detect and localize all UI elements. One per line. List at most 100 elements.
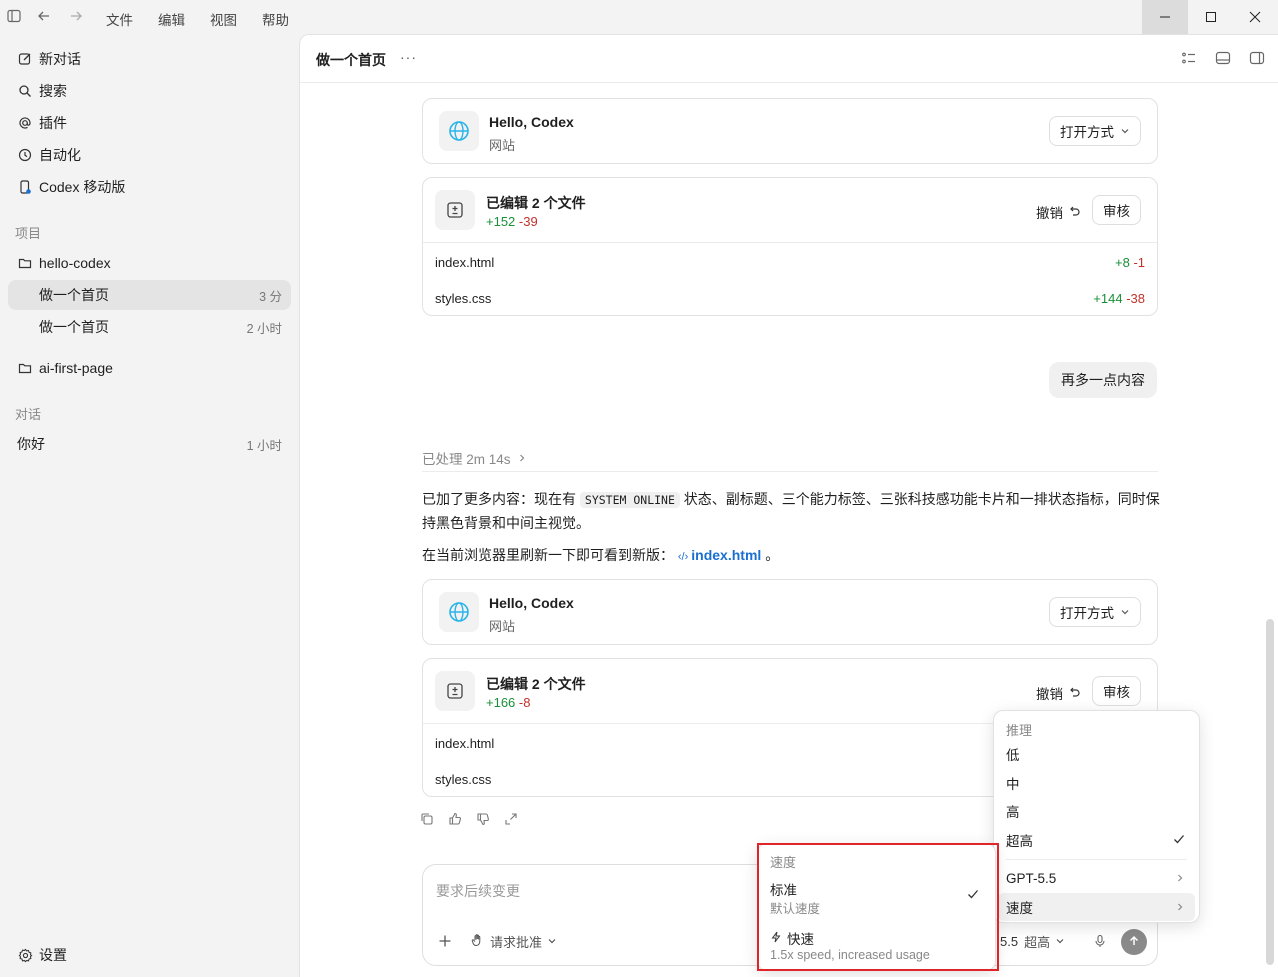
project-label: ai-first-page [39,360,113,376]
reasoning-option-high[interactable]: 高 [998,797,1195,825]
open-with-button[interactable]: 打开方式 [1049,116,1141,146]
thread-item-active[interactable]: 做一个首页 3 分 [8,280,291,310]
speed-option-fast[interactable]: 快速 1.5x speed, increased usage [758,921,997,969]
file-name: styles.css [435,290,492,306]
copy-icon[interactable] [420,812,434,826]
model-label: 5.5 [1000,934,1019,949]
model-selector[interactable]: 5.5 超高 [1000,932,1065,951]
undo-label: 撤销 [1036,206,1063,221]
approval-dropdown[interactable]: 请求批准 [471,932,557,951]
diff-stats: +152 -39 [486,214,538,229]
settings-label: 设置 [39,947,67,963]
processed-toggle[interactable]: 已处理 2m 14s [422,448,527,468]
automation-button[interactable]: 自动化 [8,140,291,170]
file-row[interactable]: styles.css +144 -38 [423,280,1157,316]
file-name: index.html [435,254,495,270]
terminal-panel-icon[interactable] [1215,50,1233,68]
diff-stats: +166 -8 [486,695,530,710]
at-icon [17,115,33,131]
search-label: 搜索 [39,83,67,99]
clock-icon [17,147,33,163]
reply-text: 在当前浏览器里刷新一下即可看到新版： [422,547,674,563]
chevron-right-icon [1175,871,1185,886]
menu-file[interactable]: 文件 [106,9,133,29]
reasoning-option-medium[interactable]: 中 [998,769,1195,797]
file-lines-removed: -1 [1133,254,1145,270]
checklist-icon[interactable] [1181,50,1199,68]
chevron-down-icon [1120,605,1130,620]
maximize-button[interactable] [1188,0,1234,34]
chevron-down-icon [547,934,557,949]
index-html-link[interactable]: ‹/› index.html [678,547,765,563]
menu-help[interactable]: 帮助 [262,9,289,29]
website-card: Hello, Codex 网站 打开方式 [422,98,1158,164]
project-ai-first-page[interactable]: ai-first-page [8,353,291,383]
undo-button[interactable]: 撤销 [1036,202,1080,222]
microphone-button[interactable] [1093,934,1107,951]
composer-input[interactable]: 要求后续变更 [436,881,520,901]
projects-section-label: 项目 [15,226,42,241]
thread-time: 3 分 [259,289,282,304]
sidebar-toggle-icon[interactable] [6,9,22,25]
scrollbar[interactable] [1266,619,1274,965]
file-lines-added: +144 [1093,290,1123,306]
model-submenu[interactable]: GPT-5.5 [998,864,1195,892]
reasoning-option-low[interactable]: 低 [998,740,1195,768]
codex-mobile-button[interactable]: Codex 移动版 [8,172,291,202]
edited-files-card: 已编辑 2 个文件 +152 -39 撤销 审核 index.html +8 -… [422,177,1158,316]
user-message-text: 再多一点内容 [1061,372,1145,388]
thumbs-up-icon[interactable] [448,812,462,826]
share-icon[interactable] [504,812,518,826]
project-hello-codex[interactable]: hello-codex [8,248,291,278]
plugins-button[interactable]: 插件 [8,108,291,138]
codex-mobile-label: Codex 移动版 [39,179,126,195]
option-subtitle: 默认速度 [770,902,821,916]
speed-header: 速度 [770,855,797,870]
minimize-button[interactable] [1142,0,1188,34]
undo-icon [1068,686,1080,701]
globe-icon [439,111,479,151]
menu-view[interactable]: 视图 [210,9,237,29]
back-arrow-icon[interactable] [36,9,52,25]
more-options-button[interactable]: ··· [400,49,417,65]
menu-edit[interactable]: 编辑 [158,9,185,29]
reply-text: 已加了更多内容：现在有 [422,491,580,507]
processed-label: 已处理 2m 14s [422,452,511,467]
checkmark-icon [1173,833,1185,848]
settings-button[interactable]: 设置 [8,940,291,970]
option-subtitle: 1.5x speed, increased usage [770,948,930,962]
option-label: 高 [1006,805,1020,820]
file-row[interactable]: index.html +8 -1 [423,244,1157,280]
review-button[interactable]: 审核 [1092,195,1141,225]
open-with-label: 打开方式 [1060,606,1114,621]
review-button[interactable]: 审核 [1092,676,1141,706]
reasoning-option-xhigh[interactable]: 超高 [998,826,1195,854]
new-chat-button[interactable]: 新对话 [8,44,291,74]
close-button[interactable] [1232,0,1278,34]
divider [422,471,1158,472]
chat-item[interactable]: 你好 1 小时 [8,429,291,459]
microphone-icon [1093,934,1107,951]
option-title: 标准 [770,883,797,898]
thumbs-down-icon[interactable] [476,812,490,826]
open-with-button[interactable]: 打开方式 [1049,597,1141,627]
chats-section-label: 对话 [15,407,42,422]
send-button[interactable] [1121,929,1147,955]
speed-option-standard[interactable]: 标准 默认速度 [758,872,997,918]
undo-label: 撤销 [1036,687,1063,702]
file-diff-stats: +144 -38 [1093,291,1145,306]
attach-button[interactable] [438,934,452,951]
forward-arrow-icon[interactable] [68,9,84,25]
side-panel-icon[interactable] [1249,50,1267,68]
chat-time: 1 小时 [246,438,282,453]
main-header: 做一个首页 ··· [300,35,1278,83]
speed-submenu[interactable]: 速度 [998,893,1195,921]
thread-item[interactable]: 做一个首页 2 小时 [8,312,291,342]
undo-icon [1068,205,1080,220]
assistant-reply-paragraph: 在当前浏览器里刷新一下即可看到新版： ‹/› index.html 。 [422,544,1162,569]
plus-icon [438,934,452,951]
undo-button[interactable]: 撤销 [1036,683,1080,703]
plugins-label: 插件 [39,115,67,131]
search-button[interactable]: 搜索 [8,76,291,106]
mobile-icon [17,179,33,195]
